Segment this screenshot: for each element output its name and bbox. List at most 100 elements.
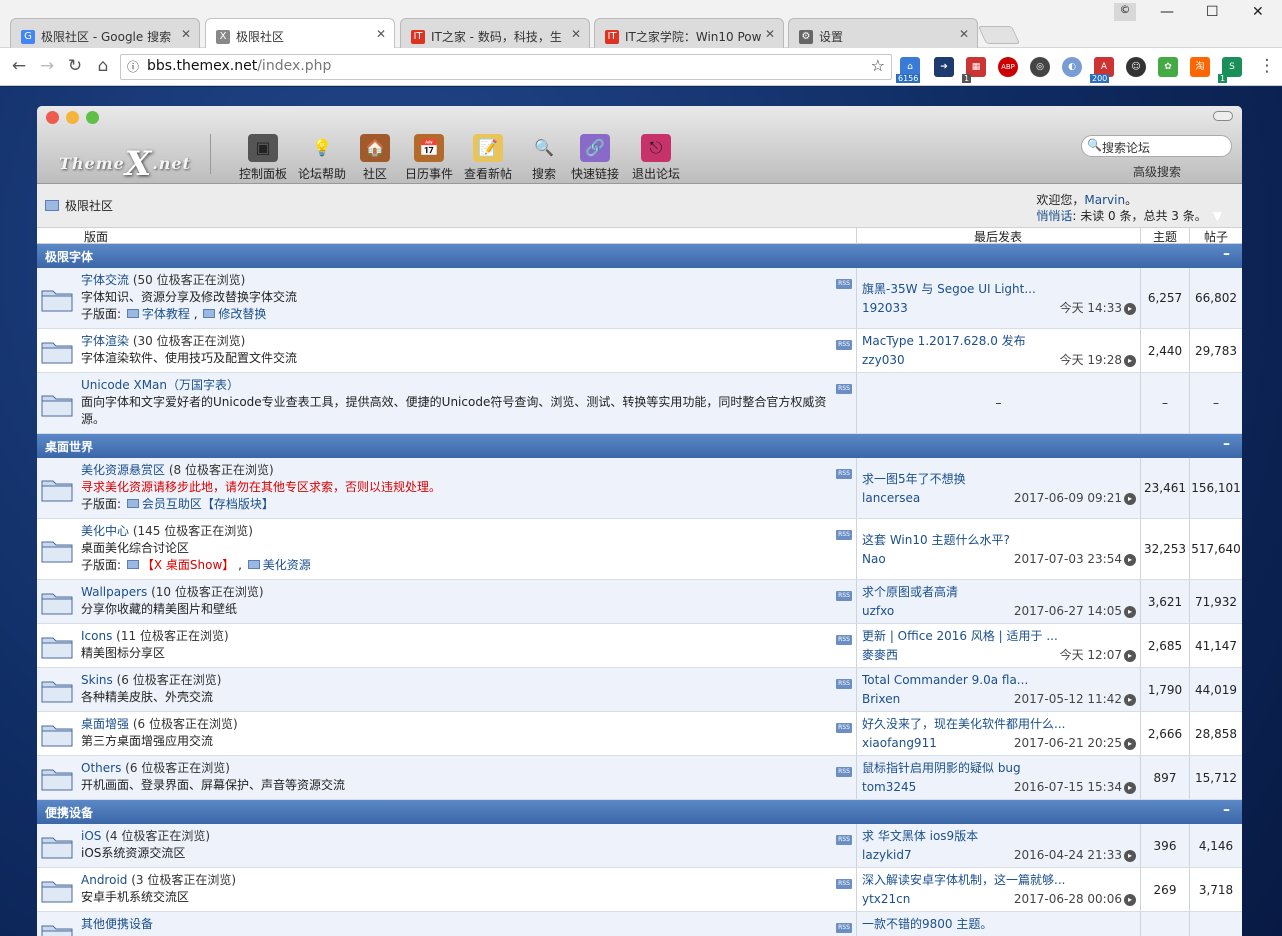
last-post-user[interactable]: 192033 [862, 301, 908, 315]
last-post-user[interactable]: ytx21cn [862, 892, 910, 906]
forum-name-link[interactable]: 美化中心 [81, 524, 129, 538]
last-post-user[interactable]: Brixen [862, 692, 900, 706]
go-to-post-icon[interactable]: ▸ [1124, 737, 1136, 750]
go-to-post-icon[interactable]: ▸ [1124, 302, 1136, 315]
last-post-user[interactable]: uzfxo [862, 604, 894, 618]
tab-close-icon[interactable]: ✕ [959, 27, 969, 41]
last-post-title[interactable]: 求 华文黑体 ios9版本 [862, 827, 1135, 846]
tab-close-icon[interactable]: ✕ [181, 27, 191, 41]
forum-name-link[interactable]: Android [81, 873, 127, 887]
reload-icon[interactable]: ↻ [64, 56, 86, 76]
subforum-link[interactable]: 美化资源 [263, 558, 311, 572]
last-post-user[interactable]: 麥麥西 [862, 648, 898, 662]
extension-icon-9[interactable]: ✿ [1158, 57, 1178, 77]
category-header[interactable]: 极限字体 – [37, 244, 1242, 268]
rss-icon[interactable]: RSS [836, 530, 852, 540]
rss-icon[interactable]: RSS [836, 723, 852, 733]
forum-name-link[interactable]: Others [81, 761, 121, 775]
collapse-pill[interactable] [1213, 111, 1233, 121]
info-icon[interactable]: ⓘ [127, 58, 139, 75]
last-post-title[interactable]: 这套 Win10 主题什么水平? [862, 531, 1135, 550]
last-post-title[interactable]: 求一图5年了不想换 [862, 470, 1135, 489]
extension-icon-3[interactable]: ▦ 1 [962, 57, 986, 83]
user-link[interactable]: Marvin [1084, 193, 1125, 207]
extension-icon-8[interactable]: ☺ [1126, 57, 1146, 77]
last-post-user[interactable]: Nao [862, 552, 886, 566]
go-to-post-icon[interactable]: ▸ [1124, 849, 1136, 862]
last-post-user[interactable]: lazykid7 [862, 848, 912, 862]
collapse-icon[interactable]: – [1223, 436, 1230, 452]
tab-close-icon[interactable]: ✕ [376, 27, 386, 41]
rss-icon[interactable]: RSS [836, 835, 852, 845]
rss-icon[interactable]: RSS [836, 279, 852, 289]
extension-icon-11[interactable]: S1 [1218, 57, 1242, 83]
extension-icon-1[interactable]: ⌂ 6156 [896, 57, 921, 83]
rss-icon[interactable]: RSS [836, 384, 852, 394]
go-to-post-icon[interactable]: ▸ [1124, 553, 1136, 566]
toolbar-tool-5[interactable]: 📝 查看新帖 [458, 134, 518, 182]
forum-name-link[interactable]: 美化资源悬赏区 [81, 463, 165, 477]
toolbar-tool-4[interactable]: 📅 日历事件 [399, 134, 459, 182]
toolbar-tool-1[interactable]: ▣ 控制面板 [233, 134, 293, 182]
rss-icon[interactable]: RSS [836, 635, 852, 645]
toolbar-tool-8[interactable]: ⎋ 退出论坛 [626, 134, 686, 182]
rss-icon[interactable]: RSS [836, 879, 852, 889]
subforum-link[interactable]: 修改替换 [218, 307, 266, 321]
forum-name-link[interactable]: Unicode XMan（万国字表） [81, 378, 239, 392]
last-post-user[interactable]: zzy030 [862, 353, 905, 367]
subforum-link[interactable]: 字体教程 [142, 307, 190, 321]
forum-name-link[interactable]: Icons [81, 629, 112, 643]
go-to-post-icon[interactable]: ▸ [1124, 693, 1136, 706]
collapse-icon[interactable]: – [1223, 802, 1230, 818]
go-to-post-icon[interactable]: ▸ [1124, 605, 1136, 618]
last-post-title[interactable]: 鼠标指针启用阴影的疑似 bug [862, 759, 1135, 778]
category-header[interactable]: 桌面世界 – [37, 434, 1242, 458]
forum-name-link[interactable]: Wallpapers [81, 585, 147, 599]
address-bar[interactable]: ⓘ bbs.themex.net/index.php ☆ [120, 54, 892, 80]
rss-icon[interactable]: RSS [836, 923, 852, 933]
forum-name-link[interactable]: 桌面增强 [81, 717, 129, 731]
go-to-post-icon[interactable]: ▸ [1124, 354, 1136, 367]
forum-name-link[interactable]: 字体交流 [81, 273, 129, 287]
last-post-title[interactable]: 旗黑-35W 与 Segoe UI Light... [862, 280, 1135, 299]
taobao-icon[interactable]: 淘 [1190, 57, 1210, 77]
extension-icon-6[interactable]: ◐ [1062, 57, 1082, 77]
close-dot[interactable] [46, 111, 59, 124]
profile-icon[interactable]: © [1114, 3, 1136, 21]
go-to-post-icon[interactable]: ▸ [1124, 492, 1136, 505]
last-post-user[interactable]: xiaofang911 [862, 736, 937, 750]
last-post-title[interactable]: 一款不错的9800 主题。 [862, 915, 1135, 934]
breadcrumb-home[interactable]: 极限社区 [45, 197, 113, 214]
last-post-title[interactable]: 深入解读安卓字体机制，这一篇就够... [862, 871, 1135, 890]
go-to-post-icon[interactable]: ▸ [1124, 649, 1136, 662]
home-icon[interactable]: ⌂ [92, 56, 114, 76]
extension-icon-7[interactable]: A 200 [1090, 57, 1114, 83]
bookmark-star-icon[interactable]: ☆ [871, 56, 885, 75]
minimize-button[interactable]: — [1160, 4, 1174, 20]
subforum-link[interactable]: 【X 桌面Show】 [142, 558, 234, 572]
rss-icon[interactable]: RSS [836, 767, 852, 777]
last-post-title[interactable]: 好久没来了，现在美化软件都用什么... [862, 715, 1135, 734]
adblock-icon[interactable]: ABP [998, 57, 1018, 77]
tab-4[interactable]: IT IT之家学院：Win10 Pow ✕ [594, 18, 784, 48]
pm-link[interactable]: 悄悄话 [1036, 209, 1072, 223]
max-dot[interactable] [86, 111, 99, 124]
advanced-search-link[interactable]: 高级搜索 [1133, 163, 1181, 180]
back-icon[interactable]: ← [8, 56, 30, 76]
last-post-title[interactable]: MacType 1.2017.628.0 发布 [862, 332, 1135, 351]
rss-icon[interactable]: RSS [836, 469, 852, 479]
subforum-link[interactable]: 会员互助区【存档版块】 [142, 497, 274, 511]
forum-name-link[interactable]: Skins [81, 673, 113, 687]
forum-name-link[interactable]: 其他便携设备 [81, 917, 153, 931]
category-header[interactable]: 便携设备 – [37, 800, 1242, 824]
extension-icon-5[interactable]: ◎ [1030, 57, 1050, 77]
tab-3[interactable]: IT IT之家 - 数码，科技，生 ✕ [400, 18, 590, 48]
extension-icon-2[interactable]: ➔ [934, 57, 954, 77]
close-window-button[interactable]: ✕ [1252, 4, 1264, 20]
site-logo[interactable]: ThemeX.net [59, 138, 191, 184]
last-post-user[interactable]: tom3245 [862, 780, 916, 794]
rss-icon[interactable]: RSS [836, 679, 852, 689]
last-post-user[interactable]: lancersea [862, 491, 920, 505]
rss-icon[interactable]: RSS [836, 591, 852, 601]
tab-close-icon[interactable]: ✕ [765, 27, 775, 41]
